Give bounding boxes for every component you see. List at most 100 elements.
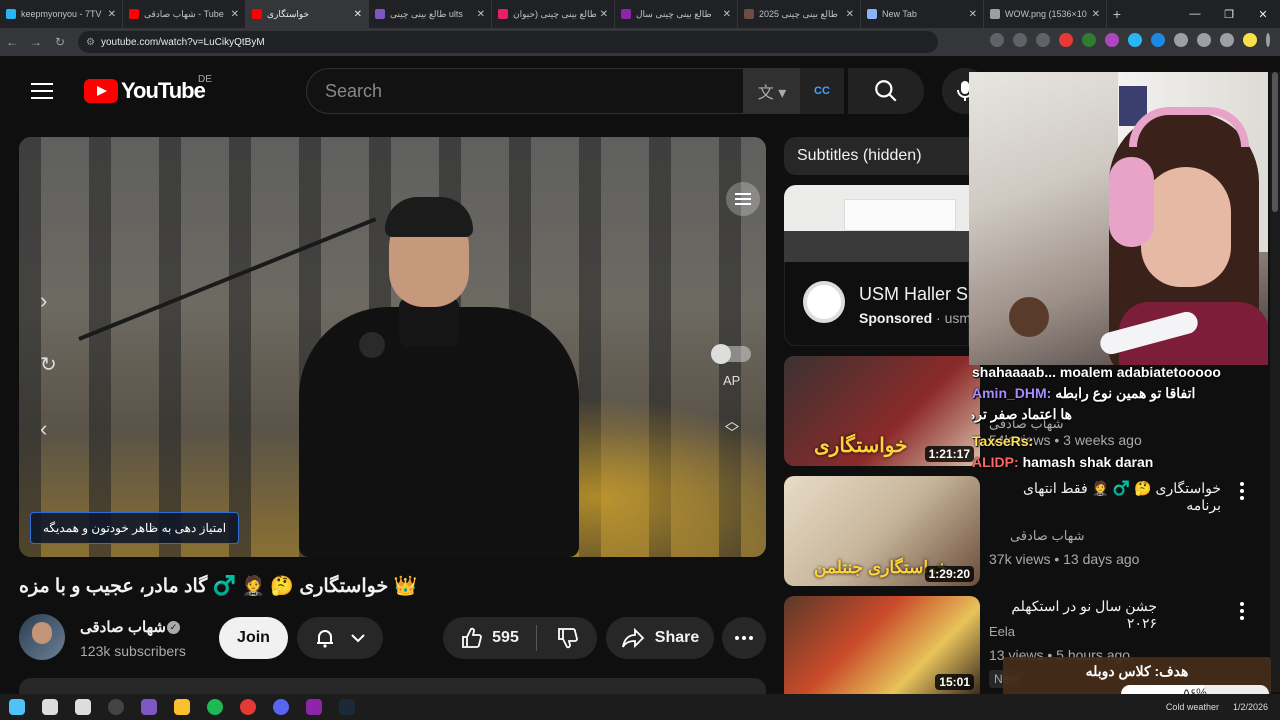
subscribed-bell-button[interactable] — [297, 617, 383, 659]
channel-avatar[interactable] — [19, 614, 65, 660]
channel-name[interactable]: شهاب صادقی — [80, 618, 166, 636]
scroll-updown-icon[interactable]: ︿ ﹀ — [725, 414, 739, 440]
like-button[interactable]: 595 — [443, 625, 537, 651]
close-window-button[interactable]: ✕ — [1246, 8, 1280, 21]
cc-search-button[interactable]: CC — [800, 68, 844, 114]
share-button[interactable]: Share — [606, 617, 714, 659]
taskbar-discord-button[interactable] — [264, 694, 297, 720]
video-title: 👑 خواستگاری 🤔 🤵 ♂️ گاد مادر، عجیب و با م… — [19, 576, 418, 597]
close-tab-icon[interactable]: ✕ — [231, 9, 239, 20]
video-thumbnail[interactable]: 15:01 — [784, 596, 980, 694]
profile-avatar[interactable] — [1243, 33, 1257, 47]
install-icon[interactable] — [990, 33, 1004, 47]
close-tab-icon[interactable]: ✕ — [1092, 9, 1100, 20]
video-channel[interactable]: شهاب صادقی — [1010, 528, 1085, 544]
close-tab-icon[interactable]: ✕ — [723, 9, 731, 20]
browser-tab[interactable]: طالع بینی چینی (حیوان ✕ — [492, 0, 615, 28]
reading-list-icon[interactable] — [1197, 33, 1211, 47]
ad-thumbnail[interactable] — [784, 185, 969, 262]
search-icon — [41, 699, 58, 715]
tab-favicon-icon — [621, 9, 631, 19]
minimize-button[interactable]: — — [1178, 8, 1212, 20]
extensions-puzzle-icon[interactable] — [1174, 33, 1188, 47]
close-tab-icon[interactable]: ✕ — [846, 9, 854, 20]
extension-wifi-icon[interactable] — [1151, 33, 1165, 47]
url-field[interactable]: ⚙ youtube.com/watch?v=LuCikyQtByM — [78, 31, 938, 53]
more-actions-button[interactable] — [722, 617, 766, 659]
url-text: youtube.com/watch?v=LuCikyQtByM — [100, 36, 265, 48]
chat-username: Amin_DHM: — [972, 385, 1052, 401]
maximize-button[interactable]: ❐ — [1212, 8, 1246, 21]
taskbar-search-button[interactable] — [33, 694, 66, 720]
browser-tab[interactable]: شهاب صادقی - Tube ✕ — [123, 0, 246, 28]
taskbar-chrome-button[interactable] — [165, 694, 198, 720]
close-tab-icon[interactable]: ✕ — [108, 9, 116, 20]
extension-purple-icon[interactable] — [1105, 33, 1119, 47]
youtube-logo[interactable]: YouTube DE — [84, 74, 212, 104]
search-button[interactable] — [848, 68, 924, 114]
new-tab-button[interactable]: + — [1107, 6, 1127, 22]
taskbar-app-red-button[interactable] — [231, 694, 264, 720]
browser-tab[interactable]: طالع بینی چینی سال ✕ — [615, 0, 738, 28]
split-view-icon[interactable] — [1220, 33, 1234, 47]
forward-icon[interactable]: → — [24, 35, 48, 49]
browser-tab[interactable]: WOW.png (1536×10 ✕ — [984, 0, 1107, 28]
site-info-icon[interactable]: ⚙ — [86, 37, 95, 48]
next-chevron-icon[interactable]: › — [40, 288, 47, 314]
previous-chevron-icon[interactable]: ‹ — [40, 416, 47, 442]
close-tab-icon[interactable]: ✕ — [969, 9, 977, 20]
autoplay-toggle[interactable] — [711, 344, 751, 364]
tab-favicon-icon — [744, 9, 754, 19]
taskbar-spotify-button[interactable] — [198, 694, 231, 720]
chat-message: ها اعتماد صفر تره — [972, 404, 1072, 425]
tab-favicon-icon — [252, 9, 262, 19]
extension-tv-icon[interactable] — [1082, 33, 1096, 47]
chat-username: TaxseRs: — [972, 433, 1034, 449]
translate-icon[interactable]: 文 ▾ — [744, 68, 800, 114]
bookmark-icon[interactable] — [1036, 33, 1050, 47]
search-input[interactable] — [325, 80, 743, 102]
tab-favicon-icon — [867, 9, 877, 19]
close-tab-icon[interactable]: ✕ — [477, 9, 485, 20]
video-player[interactable] — [19, 137, 766, 557]
weather-text[interactable]: Cold weather — [1166, 702, 1219, 712]
video-thumbnail[interactable]: خواستگاری جنتلمن 1:29:20 — [784, 476, 980, 586]
browser-tab[interactable]: طالع بینی چینی ults ✕ — [369, 0, 492, 28]
browser-tab[interactable]: New Tab ✕ — [861, 0, 984, 28]
video-item-title[interactable]: خواستگاری 🤔 ♂️ 🤵 فقط انتهای برنامه — [989, 480, 1221, 514]
clock-date[interactable]: 1/2/2026 — [1233, 702, 1268, 712]
taskbar-start-button[interactable] — [0, 694, 33, 720]
playlist-icon[interactable] — [726, 182, 760, 216]
video-thumbnail[interactable]: خواستگاری 1:21:17 — [784, 356, 980, 466]
reload-icon[interactable]: ↻ — [48, 35, 72, 49]
video-menu-icon[interactable] — [1236, 482, 1248, 500]
share-label: Share — [654, 629, 700, 646]
close-tab-icon[interactable]: ✕ — [354, 9, 362, 20]
extension-7tv-icon[interactable] — [1128, 33, 1142, 47]
ad-title[interactable]: USM Haller S — [859, 284, 969, 305]
zoom-icon[interactable] — [1013, 33, 1027, 47]
browser-tab[interactable]: keepmyonyou - 7TV ✕ — [0, 0, 123, 28]
back-icon[interactable]: ← — [0, 35, 24, 49]
subtitles-chip[interactable]: Subtitles (hidden) — [784, 137, 984, 175]
search-box — [306, 68, 744, 114]
taskbar-vivaldi-button[interactable] — [132, 694, 165, 720]
join-button[interactable]: Join — [219, 617, 288, 659]
close-tab-icon[interactable]: ✕ — [600, 9, 608, 20]
taskbar-app-r-button[interactable] — [297, 694, 330, 720]
video-channel[interactable]: Eela — [989, 624, 1015, 639]
browser-tab[interactable]: طالع بینی چینی 2025 ✕ — [738, 0, 861, 28]
menu-icon[interactable] — [31, 83, 53, 99]
taskbar-steam-button[interactable] — [330, 694, 363, 720]
extension-red-icon[interactable] — [1059, 33, 1073, 47]
tab-title: طالع بینی چینی (حیوان — [513, 8, 596, 19]
dislike-button[interactable] — [537, 627, 597, 649]
replay-icon[interactable]: ↻ — [40, 352, 57, 377]
video-menu-icon[interactable] — [1236, 602, 1248, 620]
chat-text: shahaaaab... moalem adabiatetooooo — [972, 364, 1221, 380]
taskbar-obs-button[interactable] — [99, 694, 132, 720]
chat-text: hamash shak daran — [1022, 454, 1154, 470]
taskbar-task-view-button[interactable] — [66, 694, 99, 720]
browser-menu-icon[interactable] — [1266, 33, 1270, 47]
browser-tab[interactable]: خواستگاری ✕ — [246, 0, 369, 28]
